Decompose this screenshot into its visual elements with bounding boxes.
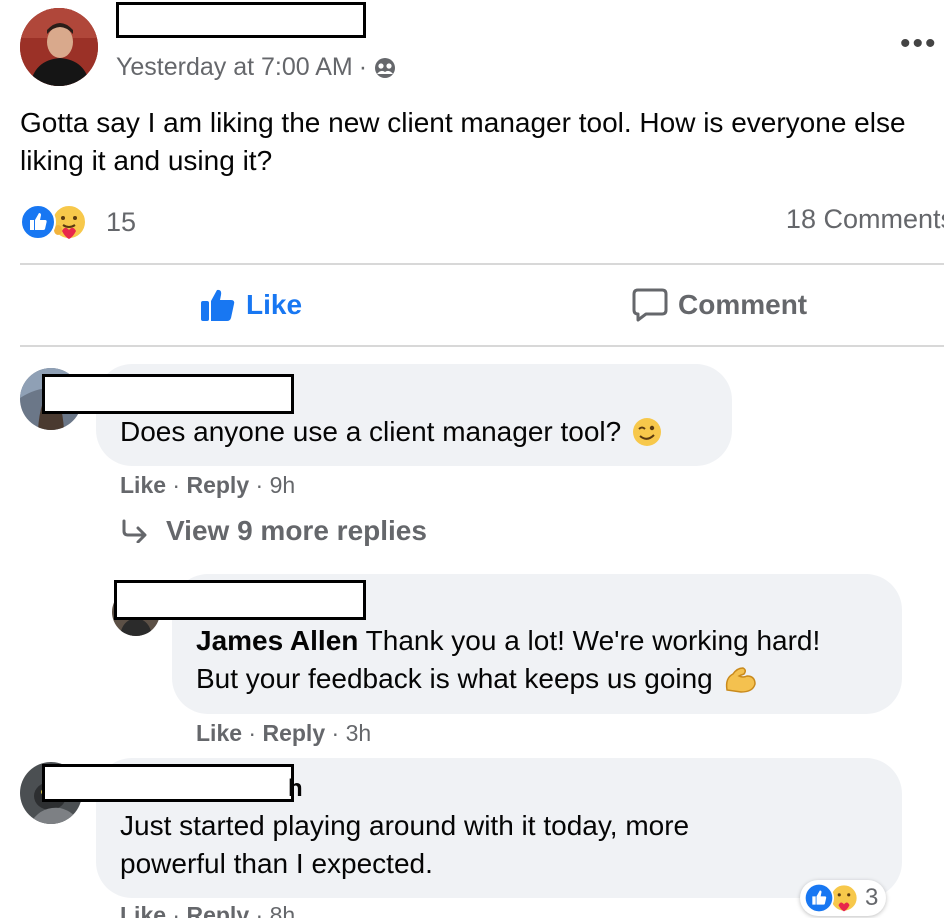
friends-icon xyxy=(375,57,396,78)
meta-dot: · xyxy=(331,720,346,746)
redacted-commenter-name xyxy=(42,764,294,802)
reply-reply-link[interactable]: Reply xyxy=(262,720,325,746)
reply-like-link[interactable]: Like xyxy=(196,720,242,746)
meta-separator: · xyxy=(358,53,368,81)
comment-meta: Like · Reply · 8h xyxy=(120,902,295,918)
meta-dot: · xyxy=(172,472,187,498)
comment-button-label: Comment xyxy=(678,289,808,320)
comment-text-body: Does anyone use a client manager tool? xyxy=(120,416,622,447)
reaction-count: 15 xyxy=(106,206,137,237)
avatar-image xyxy=(20,8,98,86)
post-meta: Yesterday at 7:00 AM · xyxy=(116,53,397,82)
reply-arrow-icon xyxy=(122,519,147,543)
meta-dot: · xyxy=(172,902,187,918)
flexed-biceps-icon xyxy=(725,667,756,693)
reply-meta: Like · Reply · 3h xyxy=(196,720,371,747)
reply-author[interactable]: James Allen xyxy=(196,625,358,656)
post-author-avatar[interactable] xyxy=(20,8,98,86)
comment-like-link[interactable]: Like xyxy=(120,902,166,918)
like-reaction-icon xyxy=(20,204,56,240)
reply-line-1: James Allen Thank you a lot! We're worki… xyxy=(196,622,896,660)
comment-count[interactable]: 18 Comments xyxy=(786,204,944,235)
post-timestamp[interactable]: Yesterday at 7:00 AM xyxy=(116,53,353,82)
comment-button[interactable]: Comment xyxy=(632,288,807,322)
like-reaction-icon xyxy=(804,883,834,913)
comment-icon xyxy=(632,288,668,322)
post-text: Gotta say I am liking the new client man… xyxy=(20,107,906,176)
divider-bottom xyxy=(20,345,944,347)
thumbs-up-icon xyxy=(201,289,235,321)
comment-reaction-count: 3 xyxy=(865,884,879,911)
reply-text: James Allen Thank you a lot! We're worki… xyxy=(196,622,896,698)
divider-top xyxy=(20,263,944,265)
reply-text-line2: But your feedback is what keeps us going xyxy=(196,663,713,694)
reply-text-line1: Thank you a lot! We're working hard! xyxy=(365,625,821,656)
comment-reaction-badge[interactable]: 3 xyxy=(800,880,887,916)
view-more-replies[interactable]: View 9 more replies xyxy=(120,515,427,547)
comment-text: Does anyone use a client manager tool? xyxy=(120,413,663,451)
meta-dot: · xyxy=(255,902,270,918)
like-button-label: Like xyxy=(246,289,303,320)
redacted-reply-name xyxy=(114,580,366,620)
view-more-replies-label: View 9 more replies xyxy=(166,515,427,546)
reply-line-2: But your feedback is what keeps us going xyxy=(196,660,896,698)
more-options-icon[interactable]: ••• xyxy=(900,29,938,59)
comment-meta: Like · Reply · 9h xyxy=(120,472,295,499)
redacted-commenter-name xyxy=(42,374,294,414)
post-reactions[interactable]: 15 xyxy=(20,203,136,241)
like-button[interactable]: Like xyxy=(200,288,302,322)
comment-reply-link[interactable]: Reply xyxy=(186,472,249,498)
comment-age[interactable]: 8h xyxy=(270,902,296,918)
comment-name-tail: h xyxy=(288,775,303,802)
meta-dot: · xyxy=(255,472,270,498)
comment-age[interactable]: 9h xyxy=(270,472,296,498)
wink-emoji-icon xyxy=(633,418,662,446)
comment-text: Just started playing around with it toda… xyxy=(120,810,690,879)
meta-dot: · xyxy=(248,720,263,746)
reply-age[interactable]: 3h xyxy=(346,720,372,746)
comment-like-link[interactable]: Like xyxy=(120,472,166,498)
comment-reply-link[interactable]: Reply xyxy=(186,902,249,918)
redacted-author-name xyxy=(116,2,366,38)
